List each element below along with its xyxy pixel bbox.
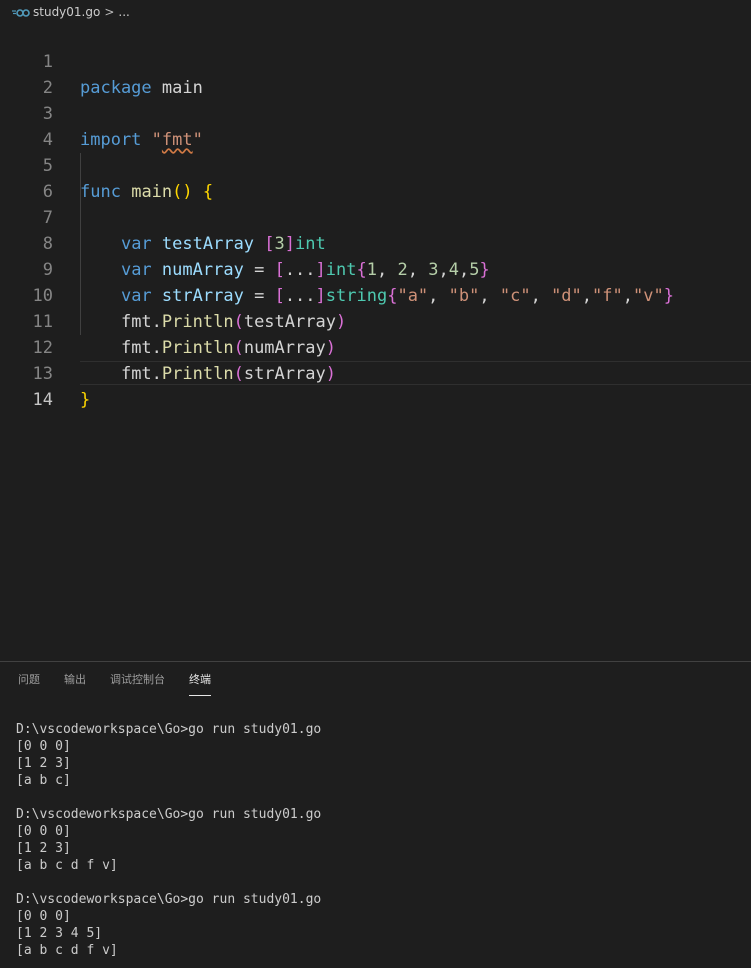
- code-line-12[interactable]: 12 fmt.Println(strArray): [0, 309, 751, 384]
- terminal-line: [0 0 0]: [16, 739, 71, 754]
- breadcrumb: study01.go > ...: [0, 0, 751, 24]
- terminal-line: [1 2 3]: [16, 756, 71, 771]
- code-line-3[interactable]: 3 import "fmt": [0, 75, 751, 150]
- terminal-line: [a b c d f v]: [16, 858, 118, 873]
- go-file-icon: [12, 7, 30, 17]
- terminal-line: [a b c]: [16, 773, 71, 788]
- code-line-2[interactable]: 2: [0, 49, 751, 98]
- code-line-9[interactable]: 9 var strArray = [...]string{"a", "b", "…: [0, 231, 751, 306]
- code-line-5[interactable]: 5 func main() {: [0, 127, 751, 202]
- code-line-6[interactable]: 6: [0, 153, 751, 202]
- panel-tabs: 问题 输出 调试控制台 终端: [18, 672, 235, 698]
- code-line-1[interactable]: 1 package main: [0, 23, 751, 98]
- breadcrumb-more[interactable]: ...: [118, 5, 129, 19]
- terminal-line: [1 2 3 4 5]: [16, 926, 103, 941]
- tab-debug-console[interactable]: 调试控制台: [110, 672, 165, 696]
- terminal-output[interactable]: D:\vscodeworkspace\Go>go run study01.go […: [16, 721, 736, 959]
- code-line-4[interactable]: 4: [0, 101, 751, 150]
- code-line-8[interactable]: 8 var numArray = [...]int{1, 2, 3,4,5}: [0, 205, 751, 280]
- code-editor[interactable]: 1 package main 2 3 import "fmt" 4 5 func…: [0, 23, 751, 663]
- tab-problems[interactable]: 问题: [18, 672, 40, 696]
- terminal-line: D:\vscodeworkspace\Go>go run study01.go: [16, 892, 322, 907]
- bottom-panel: 问题 输出 调试控制台 终端 D:\vscodeworkspace\Go>go …: [0, 661, 751, 968]
- terminal-line: D:\vscodeworkspace\Go>go run study01.go: [16, 807, 322, 822]
- terminal-line: [1 2 3]: [16, 841, 71, 856]
- terminal-line: D:\vscodeworkspace\Go>go run study01.go: [16, 722, 322, 737]
- terminal-line: [a b c d f v]: [16, 943, 118, 958]
- line-number-active: 14: [32, 390, 53, 410]
- code-line-13[interactable]: 13 }: [0, 335, 751, 410]
- chevron-right-icon: >: [104, 5, 115, 19]
- terminal-line: [0 0 0]: [16, 909, 71, 924]
- terminal-line: [0 0 0]: [16, 824, 71, 839]
- breadcrumb-file[interactable]: study01.go: [33, 5, 100, 19]
- tab-terminal[interactable]: 终端: [189, 672, 211, 696]
- tab-output[interactable]: 输出: [64, 672, 86, 696]
- code-line-7[interactable]: 7 var testArray [3]int: [0, 179, 751, 254]
- code-line-10[interactable]: 10 fmt.Println(testArray): [0, 257, 751, 332]
- code-line-14[interactable]: 14: [0, 361, 751, 410]
- code-line-11[interactable]: 11 fmt.Println(numArray): [0, 283, 751, 358]
